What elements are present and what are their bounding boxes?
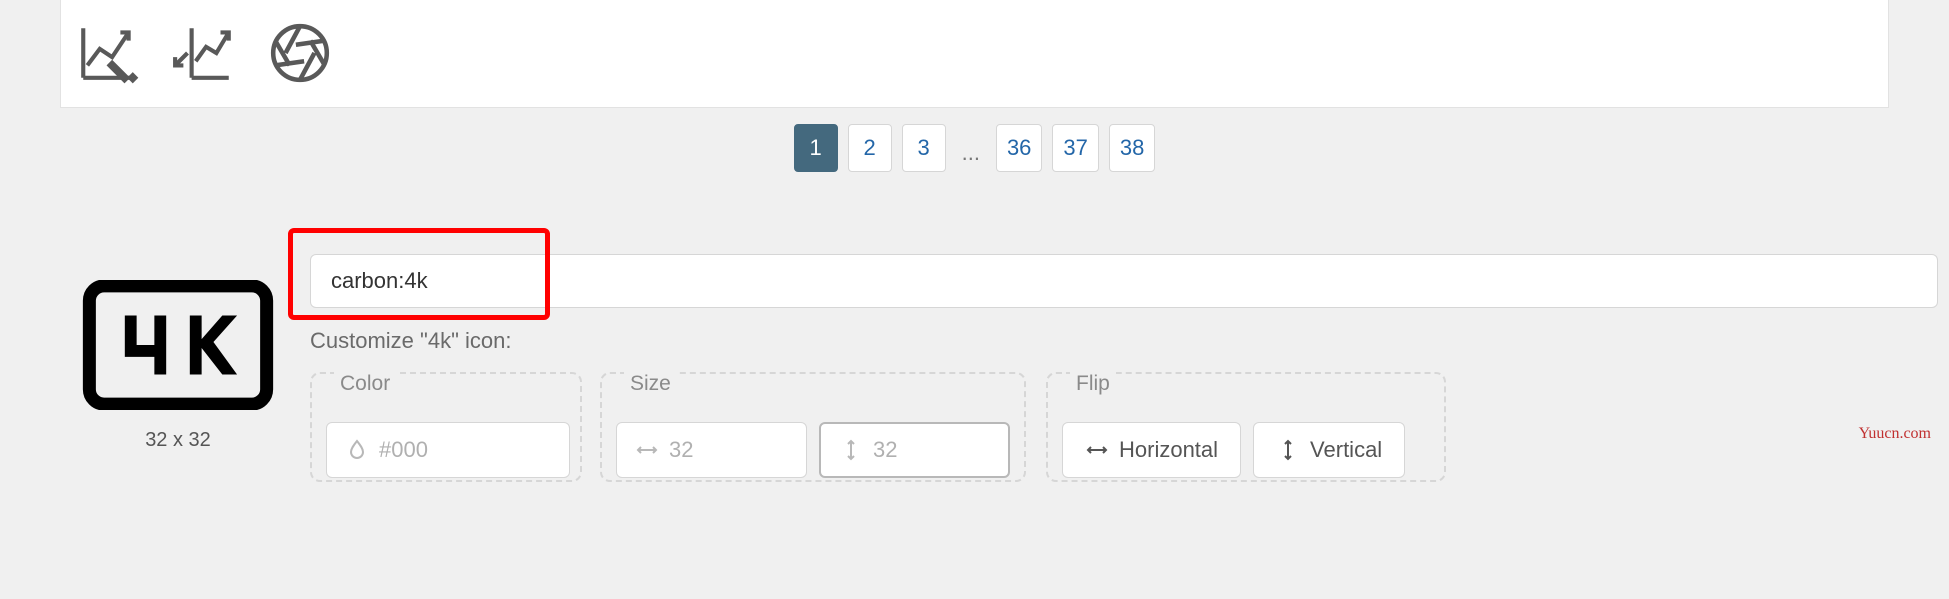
chart-reference-icon[interactable] <box>171 20 237 91</box>
arrows-vertical-icon <box>1276 438 1300 462</box>
page-2[interactable]: 2 <box>848 124 892 172</box>
4k-icon <box>82 280 274 410</box>
page-3[interactable]: 3 <box>902 124 946 172</box>
page-1[interactable]: 1 <box>794 124 838 172</box>
color-label: Color <box>334 372 396 396</box>
icon-grid-panel <box>60 0 1889 108</box>
page-ellipsis: ... <box>956 140 986 172</box>
flip-vertical-button[interactable]: Vertical <box>1253 422 1405 478</box>
height-input[interactable]: 32 <box>819 422 1010 478</box>
color-group: Color #000 <box>310 372 582 482</box>
aperture-icon[interactable] <box>267 20 333 91</box>
flip-horizontal-button[interactable]: Horizontal <box>1062 422 1241 478</box>
icon-preview: 32 x 32 <box>82 280 274 452</box>
size-group: Size 32 32 <box>600 372 1026 482</box>
chart-custom-icon[interactable] <box>75 20 141 91</box>
width-placeholder: 32 <box>669 437 693 463</box>
arrows-horizontal-icon <box>1085 438 1109 462</box>
flip-v-label: Vertical <box>1310 437 1382 463</box>
pagination: 1 2 3 ... 36 37 38 <box>0 124 1949 172</box>
flip-label: Flip <box>1070 372 1116 396</box>
watermark: Yuucn.com <box>1859 425 1931 443</box>
page-38[interactable]: 38 <box>1109 124 1155 172</box>
icon-row <box>75 20 1874 91</box>
page-36[interactable]: 36 <box>996 124 1042 172</box>
arrows-horizontal-icon <box>635 438 659 462</box>
arrows-vertical-icon <box>839 438 863 462</box>
color-input[interactable]: #000 <box>326 422 570 478</box>
width-input[interactable]: 32 <box>616 422 807 478</box>
size-label: Size <box>624 372 677 396</box>
icon-dimensions: 32 x 32 <box>82 429 274 452</box>
flip-group: Flip Horizontal Vertical <box>1046 372 1446 482</box>
droplet-icon <box>345 438 369 462</box>
flip-h-label: Horizontal <box>1119 437 1218 463</box>
page-37[interactable]: 37 <box>1052 124 1098 172</box>
customize-label: Customize "4k" icon: <box>310 328 511 354</box>
icon-name-input[interactable] <box>310 254 1938 308</box>
color-placeholder: #000 <box>379 437 428 463</box>
height-placeholder: 32 <box>873 437 897 463</box>
